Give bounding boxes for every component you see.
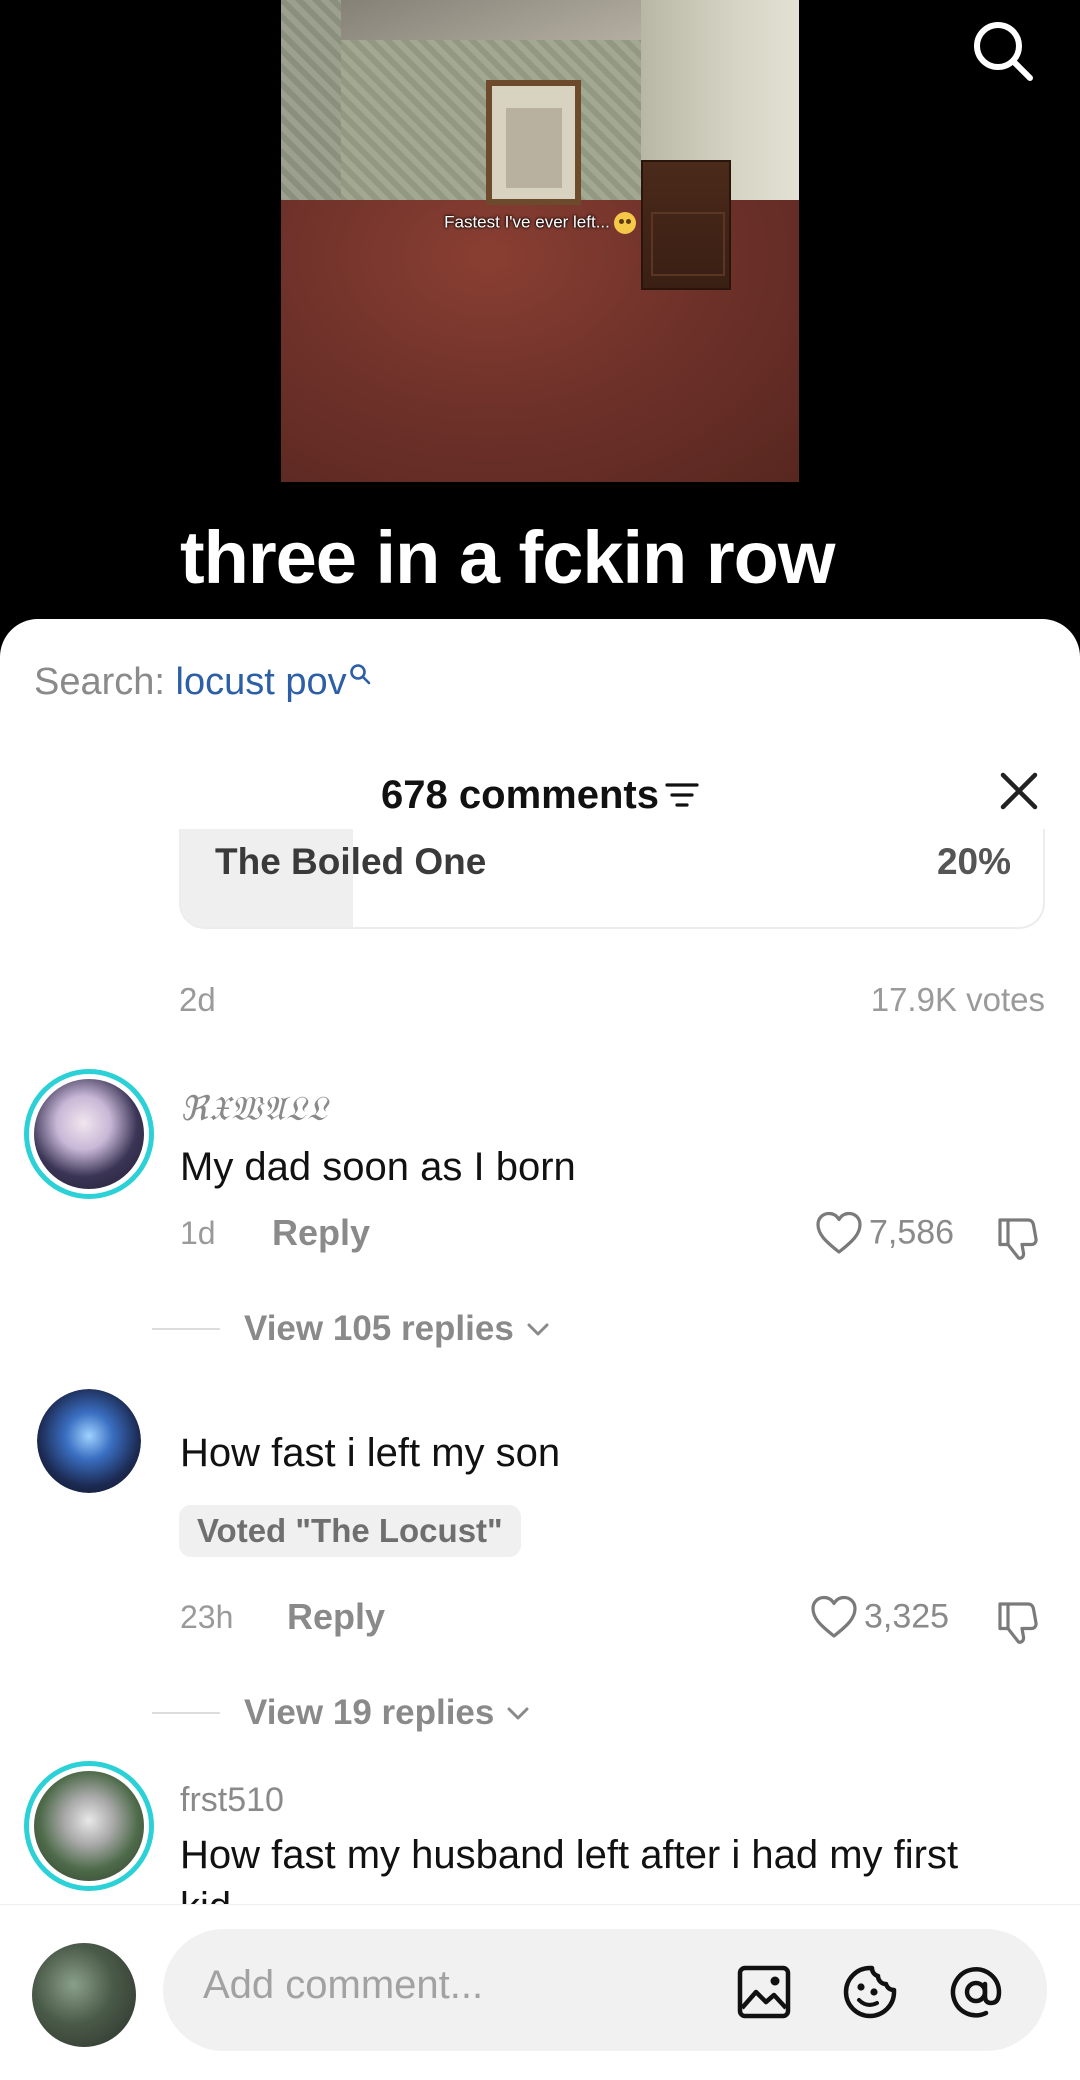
close-icon xyxy=(1000,772,1038,810)
comment-text: My dad soon as I born xyxy=(180,1145,576,1189)
reply-button[interactable]: Reply xyxy=(272,1212,370,1254)
chevron-down-icon xyxy=(507,1707,529,1720)
mention-icon xyxy=(950,1967,1002,2018)
dislike-button[interactable] xyxy=(992,1214,1042,1264)
poll-option-label: The Boiled One xyxy=(215,841,487,882)
video-scene-door xyxy=(486,80,581,205)
avatar[interactable] xyxy=(37,1389,141,1493)
dislike-button[interactable] xyxy=(992,1598,1042,1648)
comment-count-sort[interactable]: 678 comments xyxy=(0,771,1080,818)
comment-username[interactable]: frst510 xyxy=(180,1781,284,1820)
view-replies-label: View 19 replies xyxy=(244,1692,495,1732)
search-suggestion[interactable]: Search: locust pov xyxy=(34,661,371,704)
video-frame[interactable]: Fastest I've ever left... xyxy=(281,0,799,482)
view-replies-label: View 105 replies xyxy=(244,1308,514,1348)
mention-button[interactable] xyxy=(946,1962,1006,2022)
avatar[interactable] xyxy=(24,1761,154,1891)
like-button[interactable]: 7,586 xyxy=(815,1210,954,1256)
search-icon xyxy=(349,664,370,685)
comments-header: 678 comments xyxy=(0,759,1080,829)
search-label: Search: xyxy=(34,661,165,703)
search-icon xyxy=(974,22,1033,81)
view-replies-button[interactable]: View 19 replies xyxy=(152,1691,532,1733)
video-caption: Fastest I've ever left... xyxy=(281,212,799,234)
filter-icon xyxy=(665,783,699,808)
poll-option-percent: 20% xyxy=(936,841,1011,882)
comment-count: 678 comments xyxy=(381,772,659,817)
comment-time: 23h xyxy=(180,1599,234,1635)
dislike-icon xyxy=(998,1218,1038,1260)
like-count: 3,325 xyxy=(864,1597,950,1636)
comment-text: How fast i left my son xyxy=(180,1431,561,1475)
dislike-icon xyxy=(998,1602,1038,1644)
comment-input-placeholder: Add comment... xyxy=(203,1963,484,2007)
poll-vote-count: 17.9K votes xyxy=(870,981,1045,1018)
image-icon xyxy=(737,1965,791,2019)
avatar[interactable] xyxy=(24,1069,154,1199)
vote-badge: Voted "The Locust" xyxy=(179,1505,521,1557)
reply-button[interactable]: Reply xyxy=(287,1596,385,1638)
chevron-down-icon xyxy=(527,1323,549,1336)
comments-sheet: Search: locust pov 678 comments The Boil… xyxy=(0,619,1080,2080)
close-button[interactable] xyxy=(995,767,1043,815)
like-count: 7,586 xyxy=(869,1213,955,1252)
flushed-emoji-icon xyxy=(613,212,636,234)
view-replies-button[interactable]: View 105 replies xyxy=(152,1307,552,1349)
comment-input[interactable]: Add comment... xyxy=(163,1929,1047,2051)
heart-icon xyxy=(816,1211,862,1254)
heart-icon xyxy=(811,1595,857,1638)
comment-time: 1d xyxy=(180,1215,216,1251)
comment-username[interactable]: ℜ𝔛𝔚𝔄𝔏𝔏 xyxy=(180,1089,328,1129)
search-button[interactable] xyxy=(968,16,1038,86)
poll-age: 2d xyxy=(179,981,216,1018)
poll-option[interactable]: The Boiled One 20% xyxy=(179,829,1045,929)
like-button[interactable]: 3,325 xyxy=(810,1594,949,1640)
video-title: three in a fckin row xyxy=(180,516,835,599)
comment-composer: Add comment... xyxy=(0,1904,1080,2080)
search-term-link[interactable]: locust pov xyxy=(176,661,347,703)
emoji-button[interactable] xyxy=(840,1962,900,2022)
emoji-icon xyxy=(843,1965,897,2019)
image-button[interactable] xyxy=(734,1962,794,2022)
video-player[interactable]: Fastest I've ever left... three in a fck… xyxy=(0,0,1080,640)
user-avatar xyxy=(32,1943,136,2047)
